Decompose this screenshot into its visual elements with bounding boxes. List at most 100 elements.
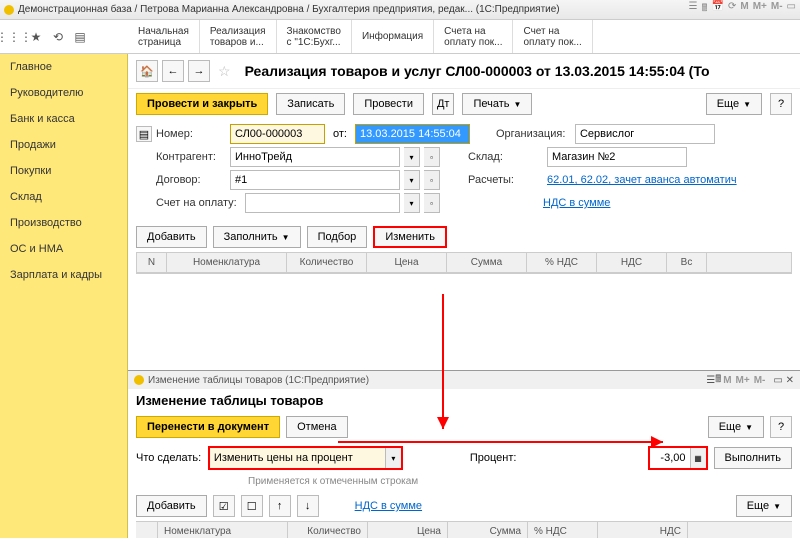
menu-icon[interactable]: ▤	[72, 29, 88, 45]
post-button[interactable]: Провести	[353, 93, 424, 115]
lbl-calc: Расчеты:	[468, 174, 543, 186]
col2-qty[interactable]: Количество	[288, 522, 368, 538]
nav-payroll[interactable]: Зарплата и кадры	[0, 262, 127, 288]
transfer-button[interactable]: Перенести в документ	[136, 416, 280, 438]
mem-mplus[interactable]: M+	[753, 1, 767, 18]
action-select[interactable]	[210, 448, 385, 468]
modal-titlebar: Изменение таблицы товаров (1С:Предприяти…	[128, 371, 800, 389]
history-icon[interactable]: ⟲	[50, 29, 66, 45]
nav-sales[interactable]: Продажи	[0, 132, 127, 158]
col2-nom[interactable]: Номенклатура	[158, 522, 288, 538]
col-vatp[interactable]: % НДС	[527, 253, 597, 272]
back-button[interactable]: ←	[162, 60, 184, 82]
modal-help[interactable]: ?	[770, 416, 792, 438]
add-button[interactable]: Добавить	[136, 226, 207, 248]
col-price[interactable]: Цена	[367, 253, 447, 272]
calc-link[interactable]: 62.01, 62.02, зачет аванса автоматич	[547, 174, 737, 186]
pick-button[interactable]: Подбор	[307, 226, 368, 248]
modal-m[interactable]: M	[723, 375, 731, 386]
modal-close-icon[interactable]: ▭ ✕	[773, 375, 794, 386]
date-input[interactable]: 13.03.2015 14:55:04	[355, 124, 470, 144]
tab-info[interactable]: Информация	[352, 20, 434, 53]
apps-icon[interactable]: ⋮⋮⋮	[6, 29, 22, 45]
icon[interactable]: 🖩	[702, 1, 708, 18]
wh-input[interactable]	[547, 147, 687, 167]
check-all-icon[interactable]: ☑	[213, 495, 235, 517]
modal-mplus[interactable]: M+	[736, 375, 750, 386]
col2-vat[interactable]: НДС	[598, 522, 688, 538]
mem-mminus[interactable]: M-	[771, 1, 783, 18]
contr-input[interactable]	[230, 147, 400, 167]
dog-input[interactable]	[230, 170, 400, 190]
nav-main[interactable]: Главное	[0, 54, 127, 80]
icon[interactable]: 🖩	[715, 372, 721, 389]
col2-sum[interactable]: Сумма	[448, 522, 528, 538]
down-icon[interactable]: ↓	[297, 495, 319, 517]
home-button[interactable]: 🏠	[136, 60, 158, 82]
nav-production[interactable]: Производство	[0, 210, 127, 236]
col-vat[interactable]: НДС	[597, 253, 667, 272]
uncheck-all-icon[interactable]: ☐	[241, 495, 263, 517]
dog-dd[interactable]: ▾	[404, 170, 420, 190]
icon[interactable]: ⟳	[728, 1, 736, 18]
print-button[interactable]: Печать▼	[462, 93, 532, 115]
mem-m[interactable]: M	[740, 1, 748, 18]
tab-invoice[interactable]: Счет наоплату пок...	[513, 20, 592, 53]
tab-intro[interactable]: Знакомствос "1С:Бухг...	[277, 20, 352, 53]
icon[interactable]: ☰	[706, 375, 715, 386]
more-button[interactable]: Еще▼	[706, 93, 762, 115]
nav-manager[interactable]: Руководителю	[0, 80, 127, 106]
lbl-inv: Счет на оплату:	[156, 197, 241, 209]
modal-more2[interactable]: Еще▼	[736, 495, 792, 517]
number-input[interactable]	[230, 124, 325, 144]
col-nom[interactable]: Номенклатура	[167, 253, 287, 272]
doc-type-icon[interactable]: ▤	[136, 126, 152, 142]
dt-button[interactable]: Дт	[432, 93, 455, 115]
up-icon[interactable]: ↑	[269, 495, 291, 517]
col-all[interactable]: Вс	[667, 253, 707, 272]
nav-warehouse[interactable]: Склад	[0, 184, 127, 210]
tab-invoices[interactable]: Счета наоплату пок...	[434, 20, 513, 53]
pct-calc-icon[interactable]: ▦	[690, 448, 706, 468]
inv-input[interactable]	[245, 193, 400, 213]
change-button[interactable]: Изменить	[373, 226, 447, 248]
org-input[interactable]	[575, 124, 715, 144]
col-n[interactable]: N	[137, 253, 167, 272]
inv-open[interactable]: ▫	[424, 193, 440, 213]
col-chk[interactable]	[136, 522, 158, 538]
col-qty[interactable]: Количество	[287, 253, 367, 272]
action-dd[interactable]: ▾	[385, 448, 401, 468]
fwd-button[interactable]: →	[188, 60, 210, 82]
favorite-icon[interactable]: ☆	[218, 63, 231, 80]
dog-open[interactable]: ▫	[424, 170, 440, 190]
modal-mminus[interactable]: M-	[754, 375, 766, 386]
fill-button[interactable]: Заполнить▼	[213, 226, 301, 248]
col-sum[interactable]: Сумма	[447, 253, 527, 272]
modal-vat-link[interactable]: НДС в сумме	[355, 500, 422, 512]
tab-realization[interactable]: Реализациятоваров и...	[200, 20, 277, 53]
inv-dd[interactable]: ▾	[404, 193, 420, 213]
nav-bank[interactable]: Банк и касса	[0, 106, 127, 132]
vat-link[interactable]: НДС в сумме	[543, 197, 610, 209]
modal-more-button[interactable]: Еще▼	[708, 416, 764, 438]
contr-dd[interactable]: ▾	[404, 147, 420, 167]
icon[interactable]: 📅	[712, 1, 724, 18]
help-button[interactable]: ?	[770, 93, 792, 115]
post-close-button[interactable]: Провести и закрыть	[136, 93, 268, 115]
nav-purchases[interactable]: Покупки	[0, 158, 127, 184]
col2-price[interactable]: Цена	[368, 522, 448, 538]
star-icon[interactable]: ★	[28, 29, 44, 45]
nav-assets[interactable]: ОС и НМА	[0, 236, 127, 262]
pct-input[interactable]	[650, 448, 690, 468]
contr-open[interactable]: ▫	[424, 147, 440, 167]
modal-add-button[interactable]: Добавить	[136, 495, 207, 517]
cancel-button[interactable]: Отмена	[286, 416, 347, 438]
exec-button[interactable]: Выполнить	[714, 447, 792, 469]
tab-start[interactable]: Начальнаястраница	[128, 20, 200, 53]
window-title: Демонстрационная база / Петрова Марианна…	[18, 4, 689, 15]
icon[interactable]: ☰	[689, 1, 698, 18]
write-button[interactable]: Записать	[276, 93, 345, 115]
icon[interactable]: ▭	[787, 1, 796, 18]
col2-vatp[interactable]: % НДС	[528, 522, 598, 538]
toolbar-left: ⋮⋮⋮ ★ ⟲ ▤	[0, 20, 128, 53]
